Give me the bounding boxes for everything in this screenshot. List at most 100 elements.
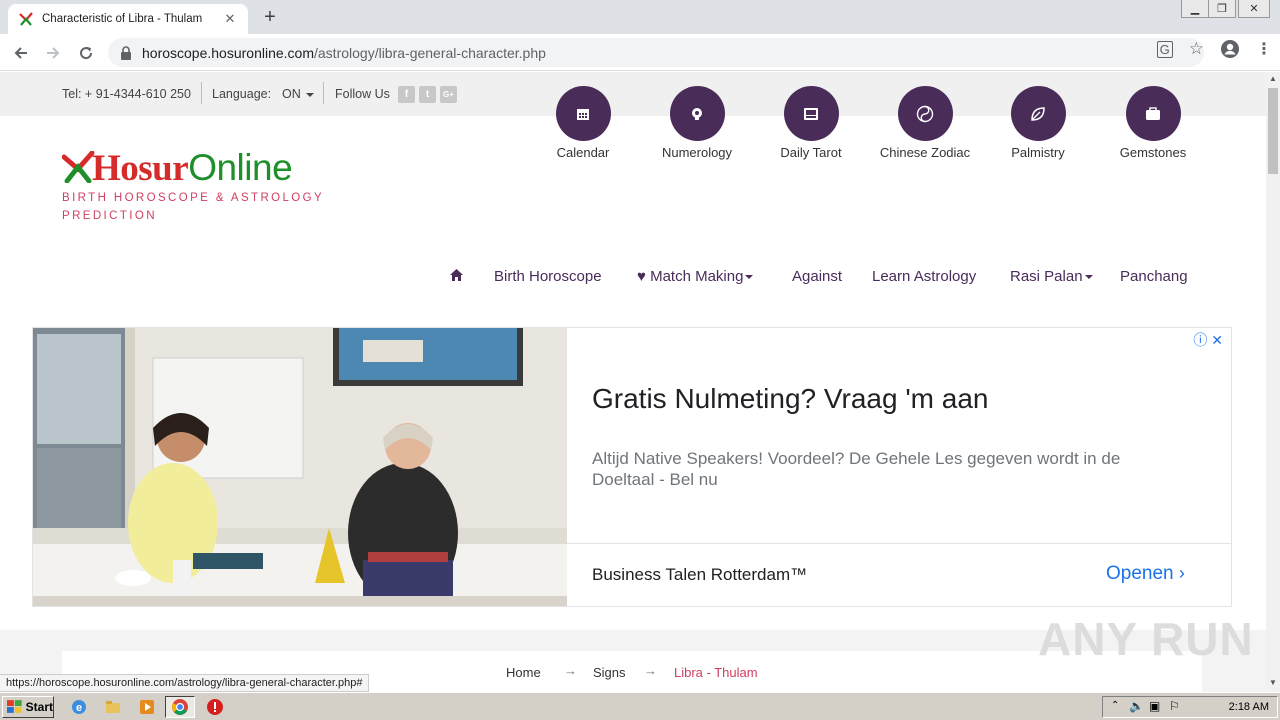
quicklink-label: Palmistry [1011, 145, 1065, 160]
new-tab-button[interactable]: + [258, 6, 282, 28]
advertisement-banner[interactable]: ⓘ ✕ Gratis Nulmeting? Vraag 'm aan Altij… [32, 327, 1232, 607]
quicklink-label: Daily Tarot [780, 145, 842, 160]
translate-icon[interactable]: G [1156, 40, 1173, 58]
site-logo[interactable]: HosurOnline BIRTH HOROSCOPE & ASTROLOGY … [61, 147, 325, 225]
logo-tagline: BIRTH HOROSCOPE & ASTROLOGY [62, 192, 325, 204]
internet-explorer-icon[interactable]: e [70, 698, 88, 716]
quicklink-label: Gemstones [1119, 145, 1187, 160]
logo-text-hosur: Hosur [92, 148, 189, 189]
tab-close-icon[interactable]: ✕ [222, 11, 238, 27]
nav-rasi-palan[interactable]: Rasi Palan [1010, 268, 1093, 285]
system-tray: ⌃ 🔈 ▣ ⚐ 2:18 AM [1102, 696, 1278, 718]
facebook-icon[interactable]: f [398, 86, 415, 103]
quicklink-calendar[interactable]: Calendar [528, 86, 638, 160]
svg-text:e: e [76, 702, 82, 714]
breadcrumb-home[interactable]: Home [506, 665, 541, 680]
nav-learn-astrology[interactable]: Learn Astrology [872, 268, 976, 285]
quicklink-label: Chinese Zodiac [879, 145, 971, 160]
url-text: horoscope.hosuronline.com/astrology/libr… [142, 44, 546, 61]
ad-close-icon[interactable]: ✕ [1211, 332, 1223, 348]
follow-us-label: Follow Us [335, 87, 390, 101]
bookmark-star-icon[interactable]: ☆ [1189, 39, 1204, 59]
flag-icon[interactable]: ⚐ [1169, 699, 1180, 713]
ad-photo[interactable] [33, 328, 567, 606]
ad-headline[interactable]: Gratis Nulmeting? Vraag 'm aan [592, 383, 988, 415]
ad-open-button[interactable]: Openen › [1106, 563, 1185, 585]
chevron-right-icon: › [1178, 563, 1185, 583]
nav-against[interactable]: Against [792, 268, 842, 285]
restore-button[interactable]: ❐ [1208, 0, 1236, 18]
file-explorer-icon[interactable] [104, 698, 122, 716]
google-plus-icon[interactable]: G+ [440, 86, 457, 103]
twitter-icon[interactable]: t [419, 86, 436, 103]
quicklink-numerology[interactable]: Numerology [642, 86, 752, 160]
windows-taskbar: Start e ⌃ 🔈 ▣ ⚐ 2:18 AM [0, 692, 1280, 720]
numerology-icon [692, 107, 702, 120]
browser-tab[interactable]: Characteristic of Libra - Thulam ✕ [8, 4, 248, 34]
ad-advertiser-name[interactable]: Business Talen Rotterdam™ [592, 565, 807, 585]
network-icon[interactable]: ▣ [1149, 699, 1160, 713]
quicklink-label: Numerology [661, 145, 733, 160]
nav-birth-horoscope[interactable]: Birth Horoscope [494, 268, 602, 285]
toolbar-actions: G ☆ ⋮ [1156, 39, 1272, 59]
breadcrumb-arrow-icon: → [564, 663, 577, 678]
heart-icon: ♥ [637, 268, 646, 285]
browser-tab-strip: Characteristic of Libra - Thulam ✕ + ▁ ❐… [0, 0, 1280, 34]
site-favicon-icon [19, 12, 33, 26]
gem-case-icon [1146, 106, 1160, 120]
tarot-icon [804, 107, 818, 120]
status-url-preview: https://horoscope.hosuronline.com/astrol… [0, 674, 370, 692]
calendar-icon [577, 108, 589, 120]
ad-description: Altijd Native Speakers! Voordeel? De Geh… [592, 449, 1121, 489]
start-button[interactable]: Start [2, 696, 54, 718]
windows-logo-icon [7, 700, 22, 713]
tab-title: Characteristic of Libra - Thulam [42, 13, 203, 25]
scroll-thumb[interactable] [1268, 88, 1278, 174]
browser-toolbar: horoscope.hosuronline.com/astrology/libr… [0, 34, 1280, 71]
logo-figure-icon [61, 150, 95, 184]
reload-icon [80, 47, 93, 60]
scroll-down-icon[interactable]: ▼ [1266, 676, 1280, 690]
main-navigation: Birth Horoscope ♥ Match Making Against L… [0, 268, 1266, 292]
breadcrumb-signs[interactable]: Signs [593, 665, 626, 680]
back-arrow-icon [14, 47, 27, 59]
ad-choices-icon[interactable]: ⓘ ✕ [1193, 330, 1223, 350]
leaf-icon [1031, 106, 1045, 121]
tray-chevron-icon[interactable]: ⌃ [1111, 700, 1119, 711]
taskbar-clock[interactable]: 2:18 AM [1229, 701, 1269, 713]
close-window-button[interactable]: ✕ [1238, 0, 1270, 18]
volume-icon[interactable]: 🔈 [1129, 699, 1144, 713]
chrome-icon[interactable] [171, 698, 189, 716]
back-button[interactable] [8, 40, 34, 66]
nav-panchang[interactable]: Panchang [1120, 268, 1188, 285]
logo-tagline-2: PREDICTION [62, 210, 157, 222]
quicklink-gemstones[interactable]: Gemstones [1098, 86, 1208, 160]
phone-number: Tel: + 91-4344-610 250 [62, 87, 191, 101]
nav-home-icon[interactable] [449, 268, 464, 286]
language-label: Language: [212, 87, 272, 101]
quicklink-daily-tarot[interactable]: Daily Tarot [756, 86, 866, 160]
anyrun-watermark: ANY RUN [1038, 613, 1254, 665]
quicklink-palmistry[interactable]: Palmistry [983, 86, 1093, 160]
lock-icon [121, 45, 131, 60]
breadcrumb-current: Libra - Thulam [674, 665, 758, 680]
menu-kebab-icon[interactable]: ⋮ [1256, 39, 1272, 59]
logo-text-online: Online [188, 147, 293, 188]
scroll-up-icon[interactable]: ▲ [1266, 72, 1280, 86]
address-bar[interactable]: horoscope.hosuronline.com/astrology/libr… [108, 38, 1204, 67]
yin-yang-icon [916, 105, 934, 122]
forward-button[interactable] [40, 40, 66, 66]
quicklink-chinese-zodiac[interactable]: Chinese Zodiac [870, 86, 980, 160]
web-page: Tel: + 91-4344-610 250 Language: ON Foll… [0, 72, 1266, 692]
security-alert-icon[interactable] [206, 698, 224, 716]
page-scrollbar[interactable]: ▲ ▼ [1266, 72, 1280, 692]
profile-avatar-icon[interactable] [1220, 39, 1240, 59]
nav-match-making[interactable]: ♥ Match Making [637, 268, 754, 285]
breadcrumb-arrow-icon: → [644, 663, 657, 678]
forward-arrow-icon [47, 47, 60, 59]
reload-button[interactable] [73, 40, 99, 66]
minimize-button[interactable]: ▁ [1181, 0, 1209, 18]
language-select[interactable]: ON [282, 87, 315, 101]
quicklink-label: Calendar [556, 145, 610, 160]
media-player-icon[interactable] [138, 698, 156, 716]
